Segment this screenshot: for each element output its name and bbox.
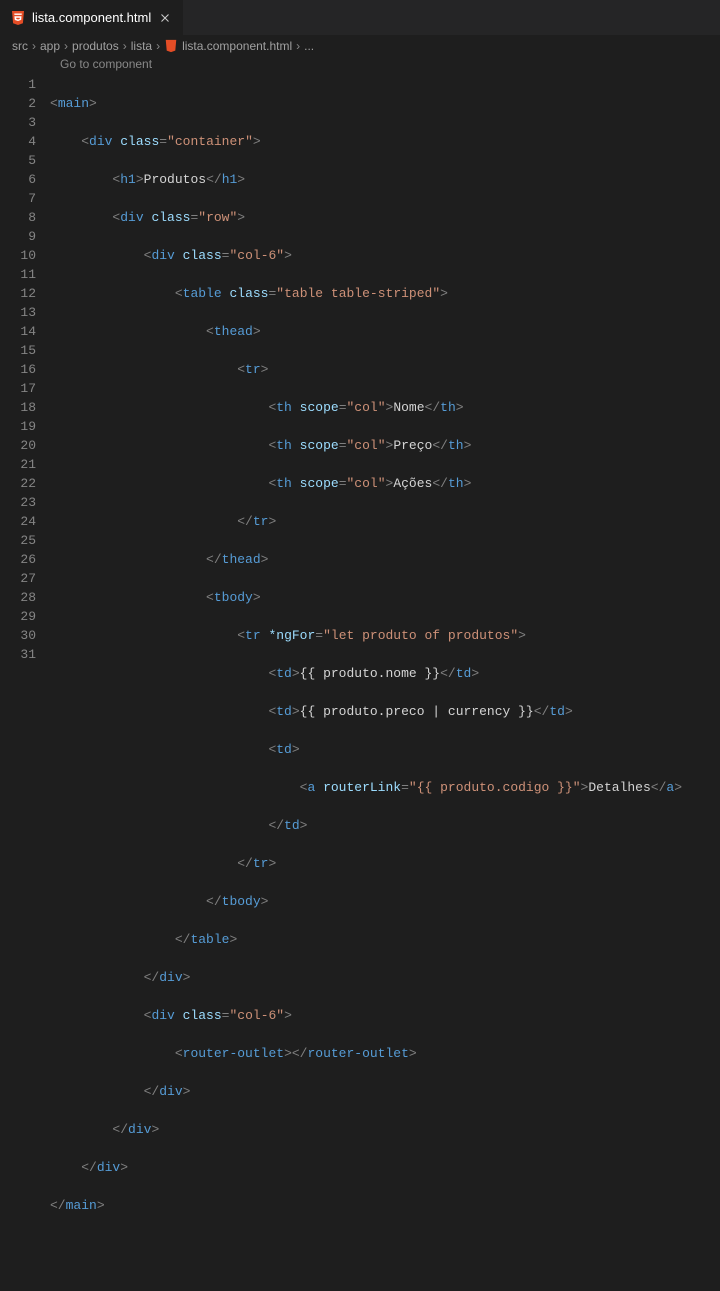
line-number: 15 [0, 341, 36, 360]
line-number: 31 [0, 645, 36, 664]
code-line: <thead> [50, 322, 720, 341]
line-number: 30 [0, 626, 36, 645]
breadcrumb-item[interactable]: src [12, 39, 28, 53]
code-line: </tr> [50, 854, 720, 873]
line-number: 19 [0, 417, 36, 436]
code-line: <td>{{ produto.nome }}</td> [50, 664, 720, 683]
tab-title: lista.component.html [32, 10, 151, 25]
line-number: 22 [0, 474, 36, 493]
line-number: 29 [0, 607, 36, 626]
breadcrumb: src › app › produtos › lista › lista.com… [0, 35, 720, 57]
line-number: 13 [0, 303, 36, 322]
code-line: <tbody> [50, 588, 720, 607]
line-number: 28 [0, 588, 36, 607]
code-line: <th scope="col">Ações</th> [50, 474, 720, 493]
code-line: <td>{{ produto.preco | currency }}</td> [50, 702, 720, 721]
line-number: 5 [0, 151, 36, 170]
line-number: 3 [0, 113, 36, 132]
code-line: <a routerLink="{{ produto.codigo }}">Det… [50, 778, 720, 797]
line-number: 23 [0, 493, 36, 512]
chevron-right-icon: › [156, 39, 160, 53]
line-number: 10 [0, 246, 36, 265]
code-line: <div class="row"> [50, 208, 720, 227]
line-number: 4 [0, 132, 36, 151]
line-number: 11 [0, 265, 36, 284]
code-line: </tr> [50, 512, 720, 531]
breadcrumb-item[interactable]: app [40, 39, 60, 53]
code-line: <tr *ngFor="let produto of produtos"> [50, 626, 720, 645]
code-line: <main> [50, 94, 720, 113]
code-line: <router-outlet></router-outlet> [50, 1044, 720, 1063]
tab-bar: lista.component.html [0, 0, 720, 35]
code-line: </td> [50, 816, 720, 835]
code-line: </table> [50, 930, 720, 949]
line-number: 20 [0, 436, 36, 455]
code-line: </thead> [50, 550, 720, 569]
code-line: <h1>Produtos</h1> [50, 170, 720, 189]
line-number-gutter: 1 2 3 4 5 6 7 8 9 10 11 12 13 14 15 16 1… [0, 75, 50, 1291]
code-line: <div class="col-6"> [50, 246, 720, 265]
code-line: <td> [50, 740, 720, 759]
breadcrumb-item[interactable]: ... [304, 39, 314, 53]
code-line: <table class="table table-striped"> [50, 284, 720, 303]
chevron-right-icon: › [64, 39, 68, 53]
line-number: 8 [0, 208, 36, 227]
line-number: 12 [0, 284, 36, 303]
line-number: 9 [0, 227, 36, 246]
line-number: 14 [0, 322, 36, 341]
html5-icon [10, 10, 26, 26]
chevron-right-icon: › [32, 39, 36, 53]
code-line: <div class="container"> [50, 132, 720, 151]
html5-icon [164, 39, 178, 53]
breadcrumb-item[interactable]: lista.component.html [182, 39, 292, 53]
line-number: 1 [0, 75, 36, 94]
code-line: </main> [50, 1196, 720, 1215]
line-number: 2 [0, 94, 36, 113]
line-number: 24 [0, 512, 36, 531]
code-line: <tr> [50, 360, 720, 379]
line-number: 17 [0, 379, 36, 398]
code-line: <th scope="col">Nome</th> [50, 398, 720, 417]
code-line: <div class="col-6"> [50, 1006, 720, 1025]
line-number: 26 [0, 550, 36, 569]
code-editor[interactable]: 1 2 3 4 5 6 7 8 9 10 11 12 13 14 15 16 1… [0, 75, 720, 1291]
line-number: 16 [0, 360, 36, 379]
code-line: </div> [50, 1082, 720, 1101]
line-number: 27 [0, 569, 36, 588]
breadcrumb-item[interactable]: produtos [72, 39, 119, 53]
code-area[interactable]: <main> <div class="container"> <h1>Produ… [50, 75, 720, 1291]
line-number: 21 [0, 455, 36, 474]
editor-tab[interactable]: lista.component.html [0, 0, 184, 35]
code-line [50, 1234, 720, 1253]
line-number: 25 [0, 531, 36, 550]
code-line: <th scope="col">Preço</th> [50, 436, 720, 455]
chevron-right-icon: › [296, 39, 300, 53]
code-line: </div> [50, 968, 720, 987]
close-icon[interactable] [157, 10, 173, 26]
code-line: </div> [50, 1158, 720, 1177]
breadcrumb-item[interactable]: lista [131, 39, 152, 53]
line-number: 6 [0, 170, 36, 189]
line-number: 7 [0, 189, 36, 208]
chevron-right-icon: › [123, 39, 127, 53]
go-to-component-link[interactable]: Go to component [0, 57, 720, 75]
code-line: </tbody> [50, 892, 720, 911]
line-number: 18 [0, 398, 36, 417]
code-line: </div> [50, 1120, 720, 1139]
